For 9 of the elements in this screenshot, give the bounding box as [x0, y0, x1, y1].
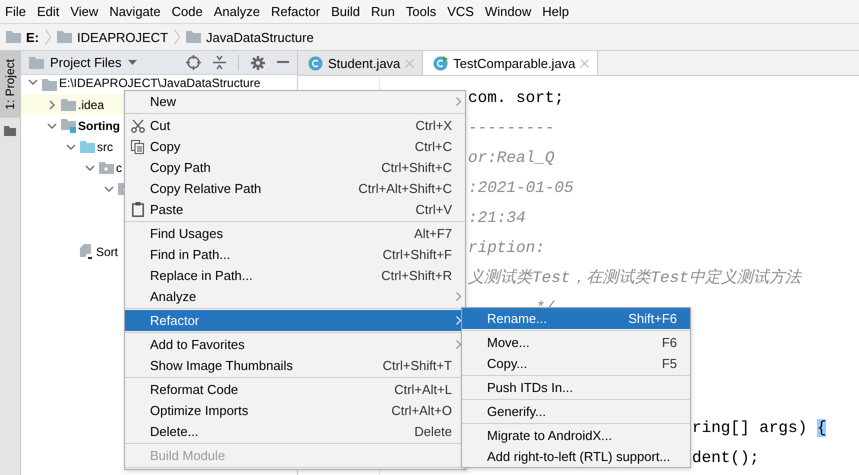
- code-line: ---------: [468, 118, 554, 139]
- code-line: ription:: [468, 238, 545, 259]
- code-line: 义测试类Test，在测试类Test中定义测试方法: [468, 268, 801, 289]
- code-line: :21:34: [468, 208, 526, 229]
- code-line: or:Real_Q: [468, 148, 554, 169]
- code-line: com. sort;: [468, 88, 564, 109]
- code-line: :2021-01-05: [468, 178, 574, 199]
- code-line: dent();: [692, 448, 760, 469]
- code-line: ring[] args) {: [692, 418, 828, 439]
